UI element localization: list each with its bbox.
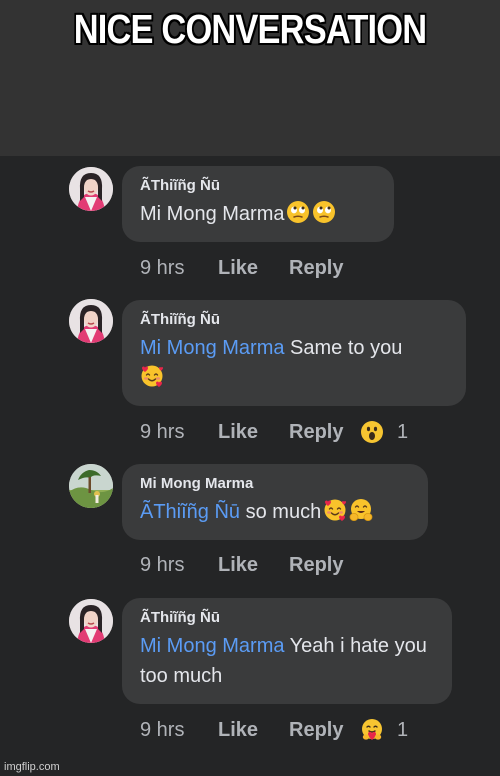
avatar[interactable] xyxy=(69,167,113,211)
comment-author[interactable]: ÃThiĩñg Ñū xyxy=(140,311,450,329)
smiling-face-with-hearts-emoji xyxy=(323,498,347,522)
meme-caption-band: NICE CONVERSATION xyxy=(0,0,500,156)
comment-bubble: Mi Mong Marma ÃThiĩñg Ñū so much xyxy=(122,464,428,540)
comment-text: Mi Mong Marma Same to you xyxy=(140,333,450,393)
like-button[interactable]: Like xyxy=(218,716,258,744)
comment-bubble: ÃThiĩñg Ñū Mi Mong Marma Same to you xyxy=(122,300,466,406)
reaction-count[interactable]: 1 xyxy=(397,418,408,446)
mention-link[interactable]: Mi Mong Marma xyxy=(140,635,284,657)
face-with-rolling-eyes-emoji xyxy=(286,200,310,224)
like-button[interactable]: Like xyxy=(218,254,258,282)
comment-body: Mi Mong Marma xyxy=(140,203,285,225)
comment-text: Mi Mong Marma Yeah i hate you too much xyxy=(140,631,436,691)
like-button[interactable]: Like xyxy=(218,418,258,446)
comment-author[interactable]: ÃThiĩñg Ñū xyxy=(140,609,436,627)
timestamp[interactable]: 9 hrs xyxy=(140,551,184,579)
comment-text: Mi Mong Marma xyxy=(140,199,378,229)
hugging-face-emoji xyxy=(349,498,373,522)
mention-link[interactable]: ÃThiĩñg Ñū xyxy=(140,501,240,523)
comment-body: Same to you xyxy=(284,337,403,359)
timestamp[interactable]: 9 hrs xyxy=(140,418,184,446)
comment-body: so much xyxy=(240,501,322,523)
face-with-rolling-eyes-emoji xyxy=(312,200,336,224)
comment-text: ÃThiĩñg Ñū so much xyxy=(140,497,412,527)
timestamp[interactable]: 9 hrs xyxy=(140,254,184,282)
avatar[interactable] xyxy=(69,464,113,508)
comment-bubble: ÃThiĩñg Ñū Mi Mong Marma xyxy=(122,166,394,242)
profile-photo xyxy=(69,167,113,211)
care-reaction-icon[interactable] xyxy=(360,718,384,742)
wow-reaction-icon[interactable] xyxy=(360,420,384,444)
reply-button[interactable]: Reply xyxy=(289,551,343,579)
timestamp[interactable]: 9 hrs xyxy=(140,716,184,744)
meme-title: NICE CONVERSATION xyxy=(73,6,427,52)
smiling-face-with-hearts-emoji xyxy=(140,364,164,388)
like-button[interactable]: Like xyxy=(218,551,258,579)
comment-author[interactable]: ÃThiĩñg Ñū xyxy=(140,177,378,195)
profile-photo xyxy=(69,599,113,643)
reply-button[interactable]: Reply xyxy=(289,418,343,446)
avatar[interactable] xyxy=(69,599,113,643)
watermark: imgflip.com xyxy=(4,761,60,773)
comment-bubble: ÃThiĩñg Ñū Mi Mong Marma Yeah i hate you… xyxy=(122,598,452,704)
mention-link[interactable]: Mi Mong Marma xyxy=(140,337,284,359)
reaction-count[interactable]: 1 xyxy=(397,716,408,744)
avatar[interactable] xyxy=(69,299,113,343)
reply-button[interactable]: Reply xyxy=(289,254,343,282)
profile-photo xyxy=(69,464,113,508)
reply-button[interactable]: Reply xyxy=(289,716,343,744)
comment-author[interactable]: Mi Mong Marma xyxy=(140,475,412,493)
profile-photo xyxy=(69,299,113,343)
